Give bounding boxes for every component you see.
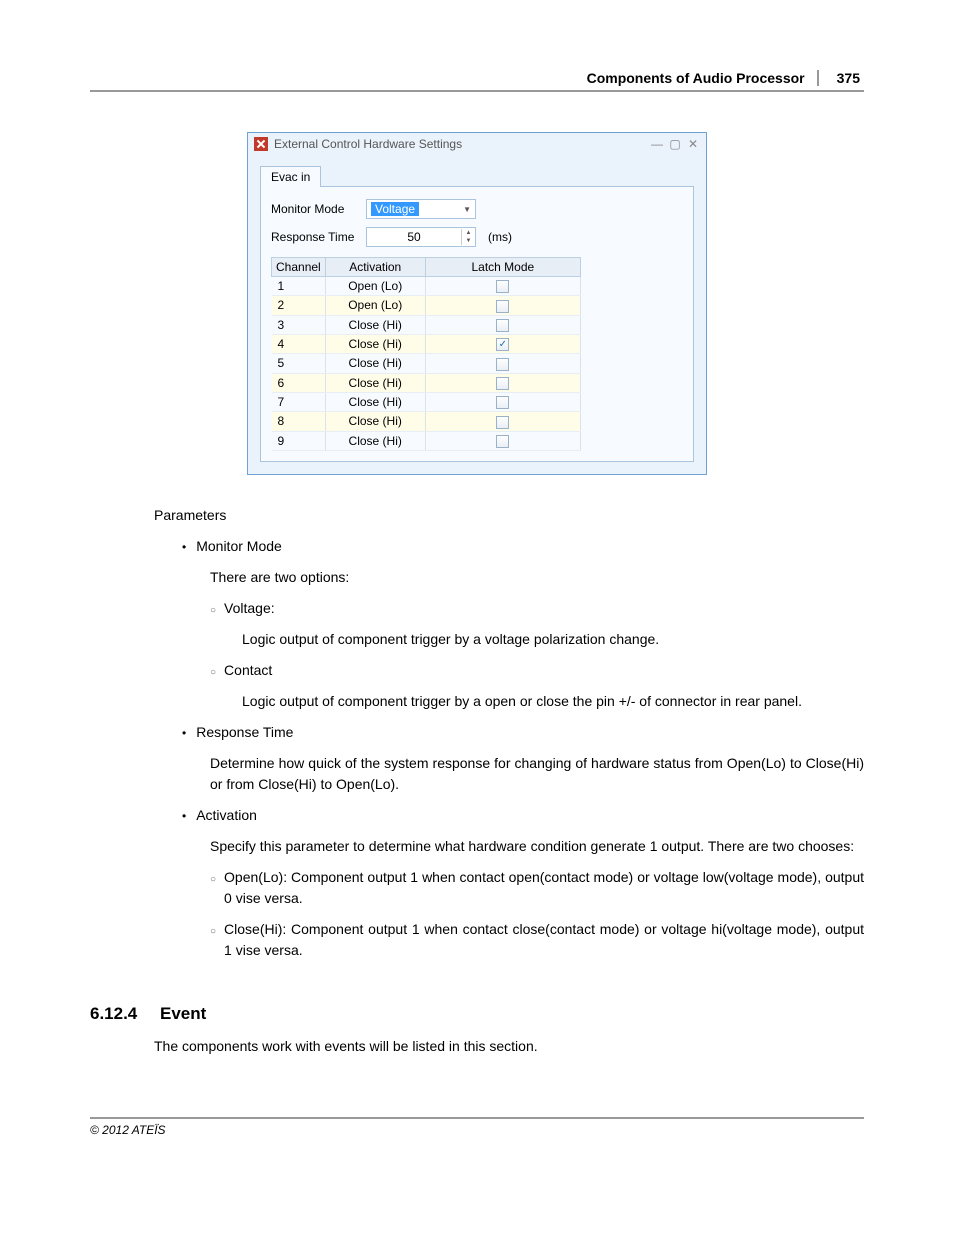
dialog-titlebar[interactable]: External Control Hardware Settings — ▢ ✕ xyxy=(248,133,706,155)
close-icon[interactable]: ✕ xyxy=(686,137,700,151)
cell-latch[interactable]: ✓ xyxy=(425,334,580,353)
page-footer: © 2012 ATEÏS xyxy=(90,1117,864,1137)
cell-channel: 5 xyxy=(272,354,326,373)
cell-activation[interactable]: Close (Hi) xyxy=(325,334,425,353)
latch-checkbox[interactable] xyxy=(496,300,509,313)
response-time-label: Response Time xyxy=(271,230,366,244)
page-header: Components of Audio Processor 375 xyxy=(90,70,864,92)
section-heading: 6.12.4Event xyxy=(90,1001,864,1027)
cell-latch[interactable] xyxy=(425,392,580,411)
app-icon xyxy=(254,137,268,151)
col-activation[interactable]: Activation xyxy=(325,258,425,277)
latch-checkbox[interactable]: ✓ xyxy=(496,338,509,351)
minimize-icon[interactable]: — xyxy=(650,137,664,151)
table-row[interactable]: 2Open (Lo) xyxy=(272,296,581,315)
cell-latch[interactable] xyxy=(425,315,580,334)
cell-activation[interactable]: Close (Hi) xyxy=(325,315,425,334)
latch-checkbox[interactable] xyxy=(496,435,509,448)
section-text: The components work with events will be … xyxy=(90,1036,864,1057)
cell-activation[interactable]: Open (Lo) xyxy=(325,296,425,315)
cell-activation[interactable]: Close (Hi) xyxy=(325,392,425,411)
monitor-mode-dropdown[interactable]: Voltage ▼ xyxy=(366,199,476,219)
cell-channel: 7 xyxy=(272,392,326,411)
col-latch[interactable]: Latch Mode xyxy=(425,258,580,277)
contact-desc: Logic output of component trigger by a o… xyxy=(90,691,864,712)
table-row[interactable]: 4Close (Hi) ✓ xyxy=(272,334,581,353)
latch-checkbox[interactable] xyxy=(496,377,509,390)
cell-channel: 1 xyxy=(272,277,326,296)
cell-latch[interactable] xyxy=(425,373,580,392)
spinner-down-icon[interactable]: ▼ xyxy=(462,237,475,245)
latch-checkbox[interactable] xyxy=(496,416,509,429)
cell-activation[interactable]: Close (Hi) xyxy=(325,431,425,450)
bullet-monitor-mode: •Monitor Mode xyxy=(90,536,864,557)
cell-activation[interactable]: Close (Hi) xyxy=(325,354,425,373)
cell-channel: 3 xyxy=(272,315,326,334)
settings-dialog: External Control Hardware Settings — ▢ ✕… xyxy=(247,132,707,475)
col-channel[interactable]: Channel xyxy=(272,258,326,277)
response-time-value: 50 xyxy=(367,230,461,244)
latch-checkbox[interactable] xyxy=(496,358,509,371)
dialog-title: External Control Hardware Settings xyxy=(274,137,462,151)
cell-channel: 9 xyxy=(272,431,326,450)
monitor-mode-value: Voltage xyxy=(371,202,419,216)
latch-checkbox[interactable] xyxy=(496,319,509,332)
maximize-icon[interactable]: ▢ xyxy=(668,137,682,151)
cell-channel: 4 xyxy=(272,334,326,353)
spinner-up-icon[interactable]: ▲ xyxy=(462,229,475,237)
cell-channel: 6 xyxy=(272,373,326,392)
header-title: Components of Audio Processor xyxy=(587,70,805,86)
table-row[interactable]: 8Close (Hi) xyxy=(272,412,581,431)
monitor-mode-label: Monitor Mode xyxy=(271,202,366,216)
cell-latch[interactable] xyxy=(425,354,580,373)
latch-checkbox[interactable] xyxy=(496,396,509,409)
bullet-activation: •Activation xyxy=(90,805,864,826)
voltage-desc: Logic output of component trigger by a v… xyxy=(90,629,864,650)
table-row[interactable]: 6Close (Hi) xyxy=(272,373,581,392)
channel-table: Channel Activation Latch Mode 1Open (Lo)… xyxy=(271,257,581,451)
cell-activation[interactable]: Close (Hi) xyxy=(325,412,425,431)
bullet-voltage: ○Voltage: xyxy=(90,598,864,619)
monitor-mode-intro: There are two options: xyxy=(90,567,864,588)
table-row[interactable]: 9Close (Hi) xyxy=(272,431,581,450)
parameters-heading: Parameters xyxy=(90,505,864,526)
tab-evac-in[interactable]: Evac in xyxy=(260,166,321,187)
activation-intro: Specify this parameter to determine what… xyxy=(90,836,864,857)
table-row[interactable]: 7Close (Hi) xyxy=(272,392,581,411)
bullet-response-time: •Response Time xyxy=(90,722,864,743)
cell-channel: 8 xyxy=(272,412,326,431)
table-row[interactable]: 3Close (Hi) xyxy=(272,315,581,334)
response-time-unit: (ms) xyxy=(488,230,512,244)
bullet-open-lo: ○Open(Lo): Component output 1 when conta… xyxy=(90,867,864,909)
cell-channel: 2 xyxy=(272,296,326,315)
cell-latch[interactable] xyxy=(425,277,580,296)
cell-latch[interactable] xyxy=(425,296,580,315)
chevron-down-icon: ▼ xyxy=(463,205,471,214)
table-row[interactable]: 5Close (Hi) xyxy=(272,354,581,373)
latch-checkbox[interactable] xyxy=(496,280,509,293)
cell-latch[interactable] xyxy=(425,412,580,431)
bullet-close-hi: ○Close(Hi): Component output 1 when cont… xyxy=(90,919,864,961)
response-time-desc: Determine how quick of the system respon… xyxy=(90,753,864,795)
table-row[interactable]: 1Open (Lo) xyxy=(272,277,581,296)
tab-panel: Monitor Mode Voltage ▼ Response Time 50 … xyxy=(260,186,694,462)
cell-latch[interactable] xyxy=(425,431,580,450)
cell-activation[interactable]: Open (Lo) xyxy=(325,277,425,296)
response-time-spinner[interactable]: 50 ▲ ▼ xyxy=(366,227,476,247)
page-number: 375 xyxy=(817,70,864,86)
bullet-contact: ○Contact xyxy=(90,660,864,681)
cell-activation[interactable]: Close (Hi) xyxy=(325,373,425,392)
